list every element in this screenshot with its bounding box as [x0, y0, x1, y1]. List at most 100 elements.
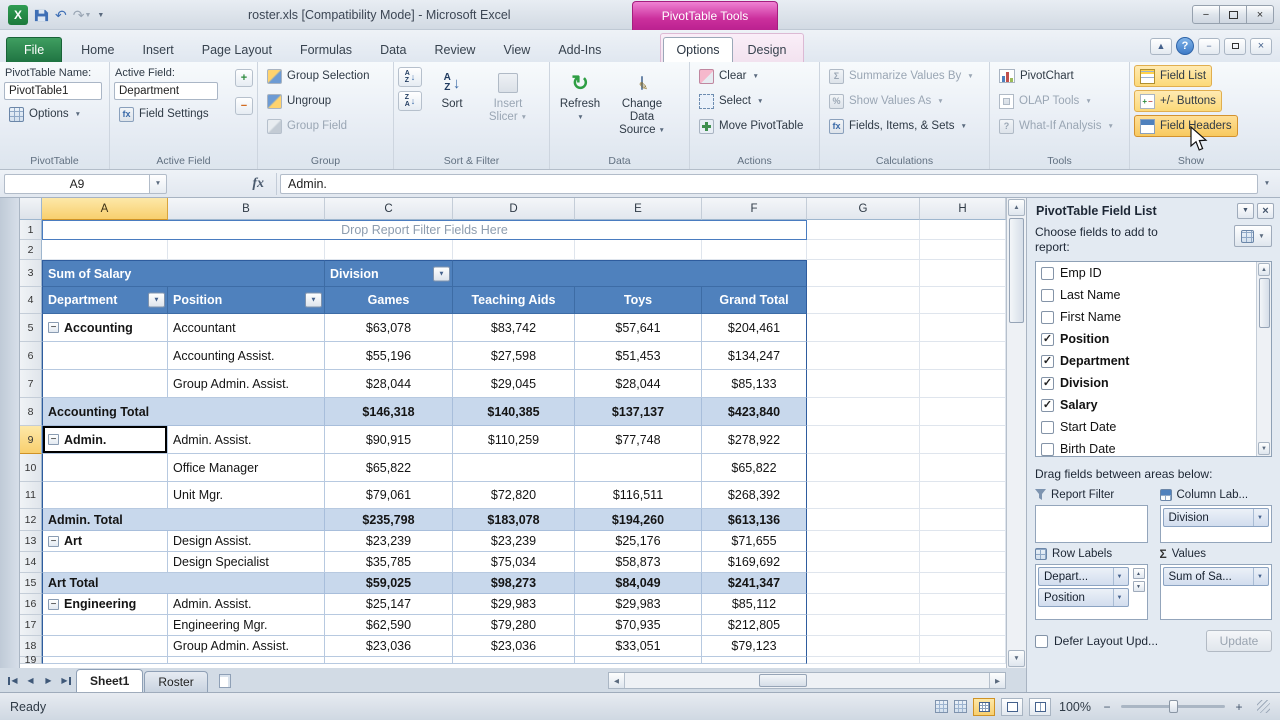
row-header-19[interactable]: 19 [20, 654, 42, 666]
sort-button[interactable]: A Z ↓ Sort [426, 65, 478, 127]
tab-options[interactable]: Options [663, 37, 733, 62]
minimize-ribbon-button[interactable]: ▲ [1150, 37, 1172, 55]
cell-g13[interactable] [807, 531, 920, 552]
pivotchart-button[interactable]: PivotChart [994, 65, 1079, 87]
cell-g16[interactable] [807, 594, 920, 615]
pivot-value-cell[interactable]: $204,461 [702, 314, 807, 342]
scroll-down-button[interactable]: ▼ [1008, 650, 1025, 667]
cell-h4[interactable] [920, 287, 1006, 314]
field-item-department[interactable]: ✓ Department [1036, 350, 1256, 372]
field-item-salary[interactable]: ✓ Salary [1036, 394, 1256, 416]
chevron-down-icon[interactable]: ▼ [1112, 568, 1126, 585]
pivot-position-cell[interactable]: Design Assist. [168, 531, 325, 552]
pivottable-options-button[interactable]: Options ▼ [4, 103, 86, 125]
pivot-value-cell[interactable]: $83,742 [453, 314, 575, 342]
pivot-header-grand-total[interactable]: Grand Total [702, 287, 807, 314]
pivot-value-cell[interactable]: $27,598 [453, 342, 575, 370]
refresh-button[interactable]: ↻ Refresh ▼ [554, 65, 606, 140]
cell-a2[interactable] [42, 240, 168, 260]
pivot-total-value[interactable]: $183,078 [453, 509, 575, 531]
pivot-total-value[interactable]: $423,840 [702, 398, 807, 426]
pivot-value-cell[interactable]: $268,392 [702, 482, 807, 509]
pivot-value-cell[interactable]: $25,176 [575, 531, 702, 552]
pivot-total-value[interactable]: $98,273 [453, 573, 575, 594]
cell-h17[interactable] [920, 615, 1006, 636]
insert-worksheet-button[interactable] [212, 671, 238, 691]
pivot-value-cell[interactable]: $28,044 [325, 370, 453, 398]
field-checkbox[interactable] [1041, 442, 1054, 456]
cell-g11[interactable] [807, 482, 920, 509]
field-checkbox[interactable]: ✓ [1041, 398, 1054, 412]
pivot-value-cell[interactable]: $116,511 [575, 482, 702, 509]
row-header-17[interactable]: 17 [20, 615, 42, 636]
column-header-a[interactable]: A [42, 198, 168, 220]
collapse-group-button[interactable]: − [48, 322, 59, 333]
scroll-down-button[interactable]: ▼ [1258, 442, 1270, 455]
field-headers-toggle-button[interactable]: Field Headers [1134, 115, 1238, 137]
field-item-birth-date[interactable]: Birth Date [1036, 438, 1256, 456]
undo-button[interactable]: ↶ [55, 5, 67, 25]
pivot-value-cell[interactable]: $72,820 [453, 482, 575, 509]
next-sheet-button[interactable]: ▶ [40, 672, 57, 689]
cell-h1[interactable] [920, 220, 1006, 240]
field-item-last-name[interactable]: Last Name [1036, 284, 1256, 306]
pivot-total-label-accounting-total[interactable]: Accounting Total [42, 398, 325, 426]
pivot-position-cell[interactable]: Admin. Assist. [168, 594, 325, 615]
pivot-header-department[interactable]: Department ▼ [42, 287, 168, 314]
group-field-button[interactable]: Group Field [262, 115, 352, 137]
clear-button[interactable]: Clear ▼ [694, 65, 764, 87]
pivot-row-group-cell[interactable] [42, 454, 168, 482]
cell-h7[interactable] [920, 370, 1006, 398]
column-header-g[interactable]: G [807, 198, 920, 220]
pivot-header-position[interactable]: Position ▼ [168, 287, 325, 314]
position-filter-button[interactable]: ▼ [305, 292, 322, 308]
pivot-value-cell[interactable] [325, 657, 453, 664]
pivot-row-group-cell[interactable]: − Engineering [42, 594, 168, 615]
pivot-position-cell[interactable]: Engineering Mgr. [168, 615, 325, 636]
tab-formulas[interactable]: Formulas [287, 37, 365, 62]
pivot-value-cell[interactable]: $134,247 [702, 342, 807, 370]
pivot-total-value[interactable]: $59,025 [325, 573, 453, 594]
pivot-row-group-cell[interactable] [42, 482, 168, 509]
save-button[interactable] [34, 5, 49, 25]
field-checkbox[interactable] [1041, 420, 1054, 434]
column-header-h[interactable]: H [920, 198, 1006, 220]
name-box-dropdown[interactable]: ▼ [150, 173, 167, 194]
collapse-group-button[interactable]: − [48, 535, 59, 547]
field-item-position[interactable]: ✓ Position [1036, 328, 1256, 350]
division-filter-button[interactable]: ▼ [433, 266, 450, 281]
field-settings-button[interactable]: fx Field Settings [114, 103, 214, 125]
ungroup-button[interactable]: Ungroup [262, 90, 336, 112]
cell-h2[interactable] [920, 240, 1006, 260]
column-header-f[interactable]: F [702, 198, 807, 220]
pivot-row-group-cell[interactable]: − Accounting [42, 314, 168, 342]
pivot-row-group-cell[interactable]: − Art [42, 531, 168, 552]
row-header-14[interactable]: 14 [20, 552, 42, 573]
pivot-value-cell[interactable]: $33,051 [575, 636, 702, 657]
row-header-16[interactable]: 16 [20, 594, 42, 615]
pivot-value-cell[interactable]: $79,280 [453, 615, 575, 636]
summarize-values-button[interactable]: Σ Summarize Values By ▼ [824, 65, 979, 87]
cell-g2[interactable] [807, 240, 920, 260]
pivot-value-cell[interactable]: $70,935 [575, 615, 702, 636]
pivot-row-group-cell[interactable]: − Admin. [42, 426, 168, 454]
row-header-4[interactable]: 4 [20, 287, 42, 314]
pivot-value-cell[interactable]: $29,045 [453, 370, 575, 398]
expand-formula-bar-button[interactable]: ▼ [1258, 174, 1276, 194]
cell-h12[interactable] [920, 509, 1006, 531]
field-chip-position[interactable]: Position ▼ [1038, 588, 1129, 607]
pivot-total-value[interactable]: $140,385 [453, 398, 575, 426]
cell-h3[interactable] [920, 260, 1006, 287]
pivot-total-value[interactable]: $84,049 [575, 573, 702, 594]
cell-g6[interactable] [807, 342, 920, 370]
workbook-restore-button[interactable] [1224, 37, 1246, 55]
field-list-toggle-button[interactable]: Field List [1134, 65, 1213, 87]
cell-h8[interactable] [920, 398, 1006, 426]
tab-design[interactable]: Design [735, 37, 800, 62]
cell-h15[interactable] [920, 573, 1006, 594]
workbook-minimize-button[interactable]: − [1198, 37, 1220, 55]
report-filter-area[interactable] [1035, 505, 1148, 543]
pivot-value-cell[interactable]: $90,915 [325, 426, 453, 454]
pivot-total-label-admin-total[interactable]: Admin. Total [42, 509, 325, 531]
pivot-position-cell[interactable]: Group Admin. Assist. [168, 636, 325, 657]
